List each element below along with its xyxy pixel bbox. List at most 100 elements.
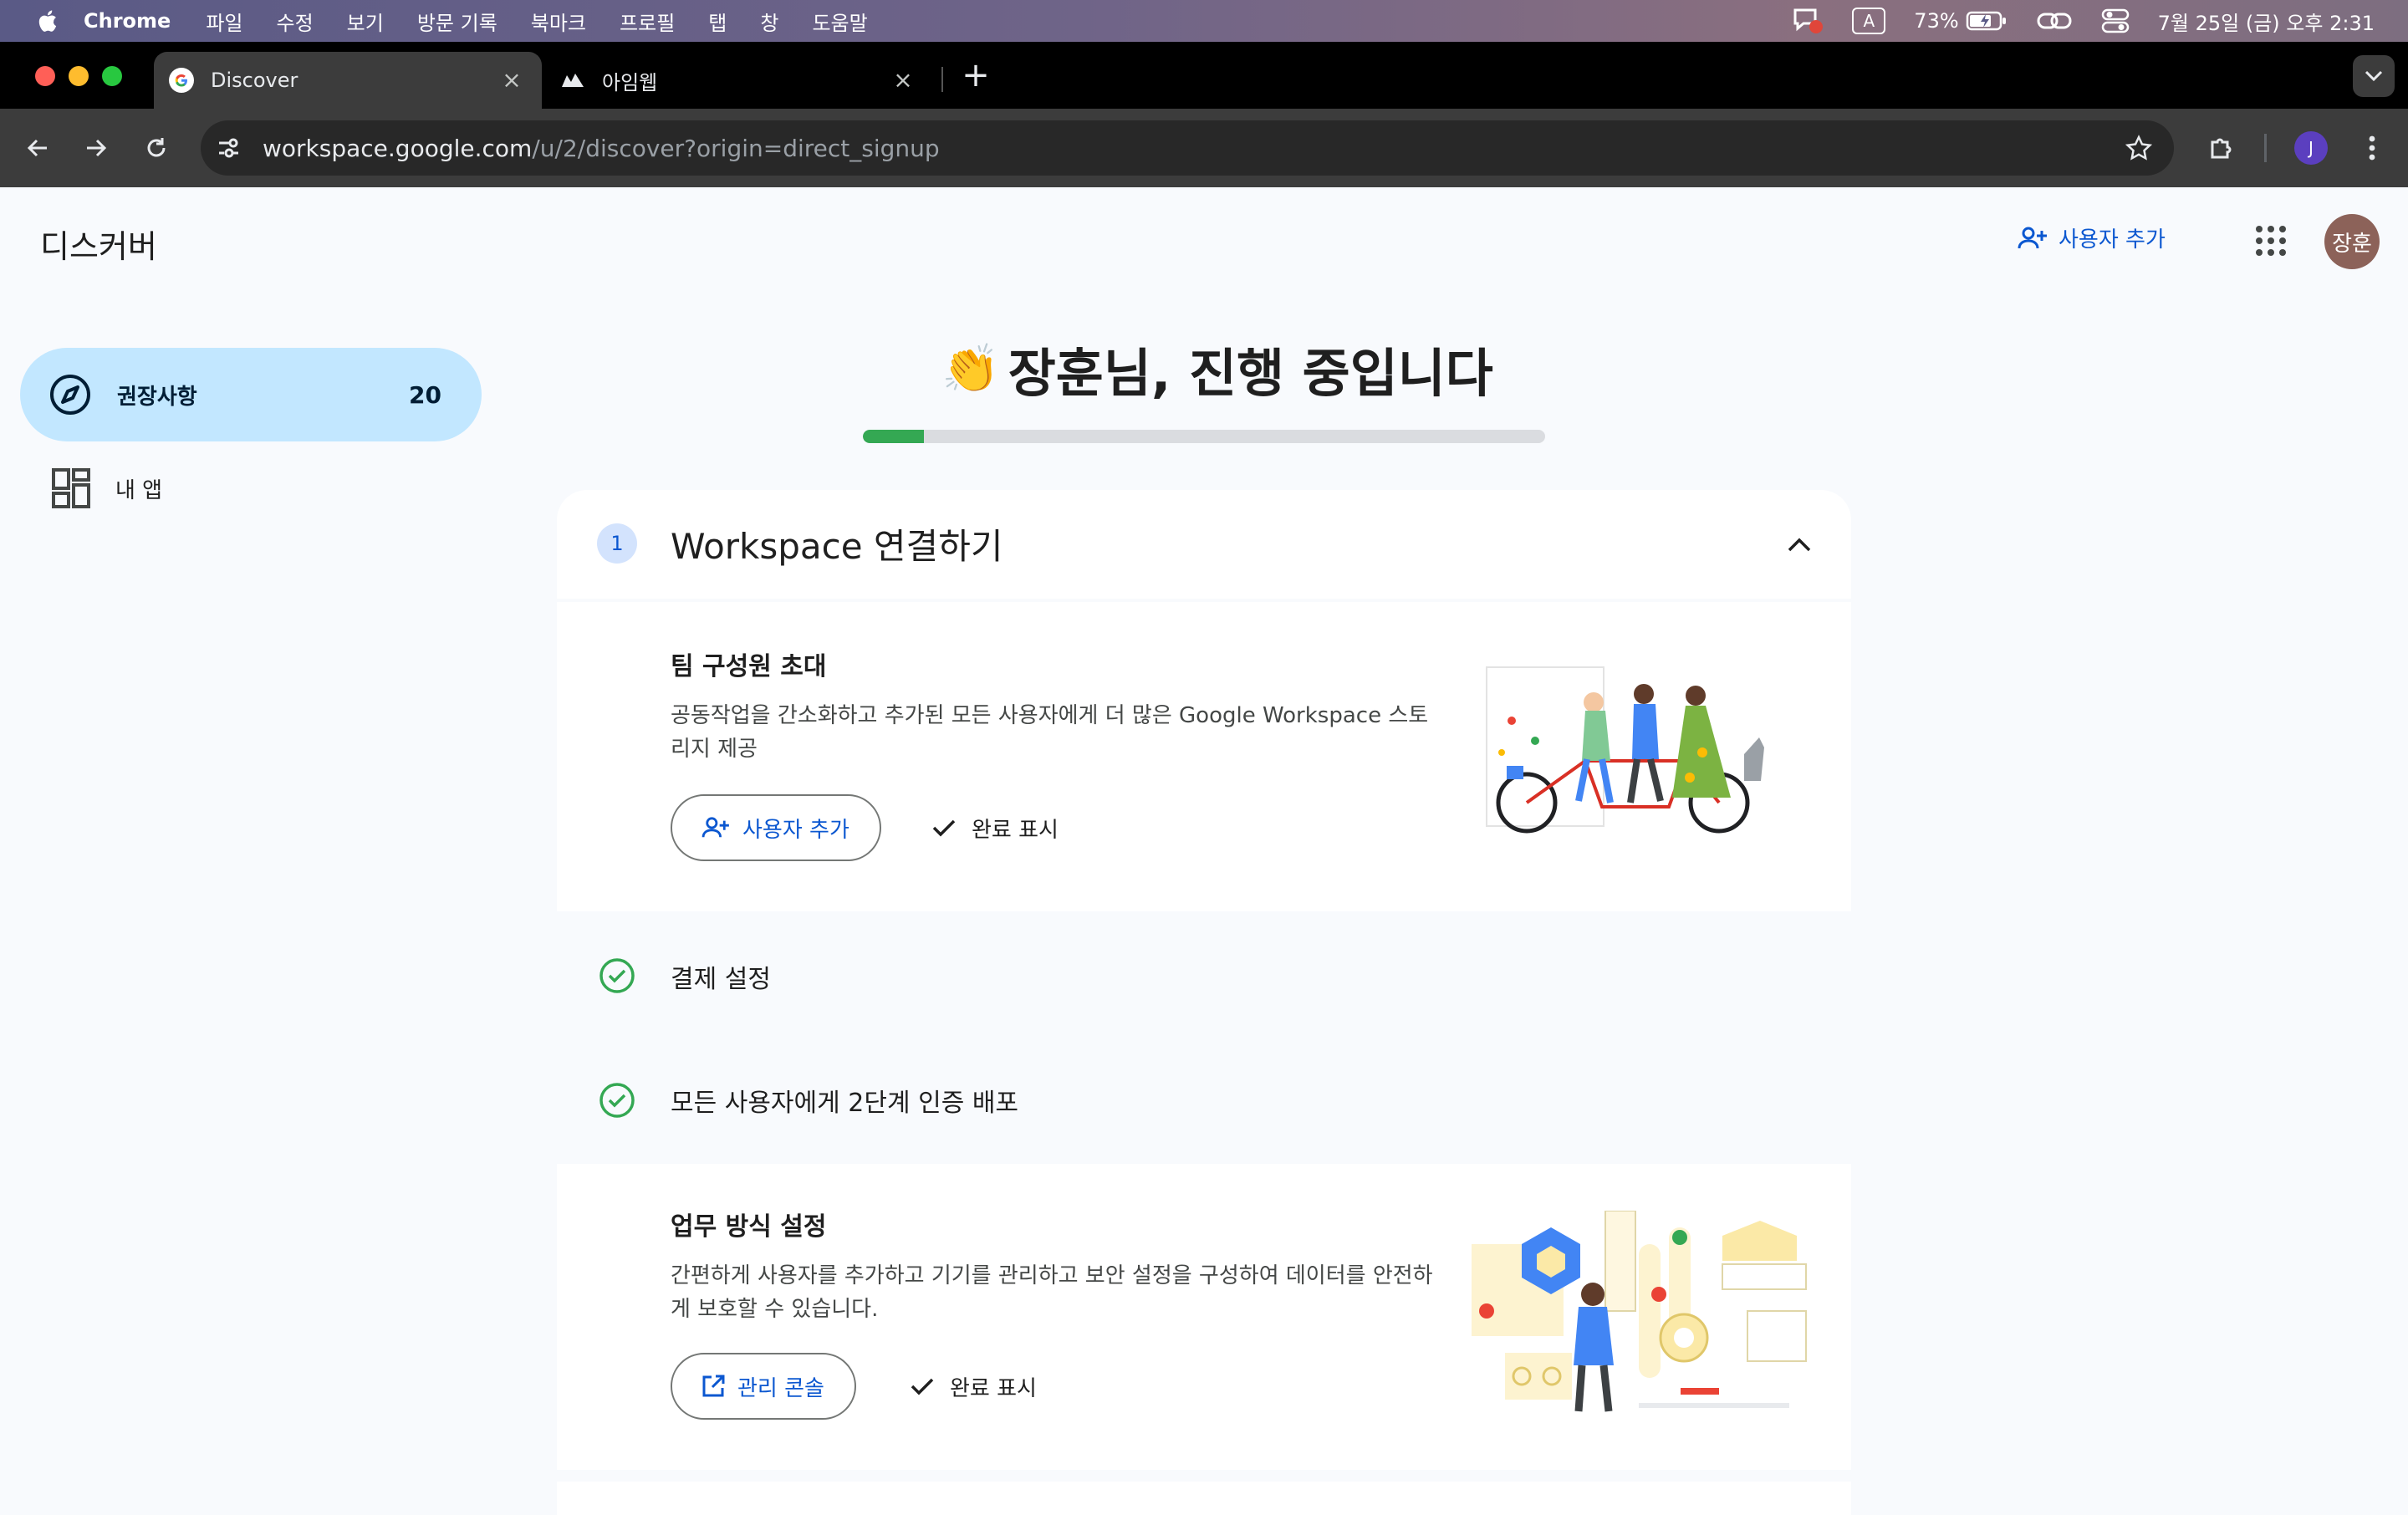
arrow-left-icon (27, 139, 47, 157)
back-button[interactable] (20, 130, 55, 166)
chevron-up-icon[interactable] (1783, 528, 1816, 562)
profile-avatar[interactable]: J (2294, 131, 2328, 165)
check-circle-icon (599, 958, 635, 993)
apple-icon[interactable] (35, 8, 59, 33)
card-title: Workspace 연결하기 (671, 526, 1003, 567)
tab-title: 아임웹 (602, 70, 658, 94)
reload-icon (147, 138, 166, 157)
window-zoom-button[interactable] (102, 66, 122, 86)
tab-search-button[interactable] (2353, 55, 2395, 97)
chevron-down-icon (2365, 70, 2383, 82)
add-user-button-label: 사용자 추가 (742, 817, 849, 843)
tab-close-icon[interactable]: × (891, 69, 915, 92)
next-card-edge (557, 1482, 1851, 1515)
check-circle-icon (599, 1083, 635, 1118)
extensions-button[interactable] (2204, 130, 2239, 166)
recommendation-count-badge: 20 (409, 380, 441, 409)
account-avatar[interactable]: 장훈 (2324, 214, 2380, 269)
sidebar-item-my-apps[interactable]: 내 앱 (20, 441, 482, 535)
site-settings-icon[interactable] (216, 135, 241, 161)
add-user-button[interactable]: 사용자 추가 (671, 794, 881, 861)
task-title: 업무 방식 설정 (671, 1212, 827, 1242)
sidebar-item-label: 내 앱 (115, 477, 163, 503)
task-invite-team: 팀 구성원 초대 공동작업을 간소화하고 추가된 모든 사용자에게 더 많은 G… (557, 602, 1851, 911)
check-icon (911, 1378, 934, 1395)
setup-card: 1 Workspace 연결하기 팀 구성원 초대 공동작업을 간소화하고 추가… (557, 490, 1851, 1515)
mark-done-button[interactable]: 완료 표시 (910, 1353, 1037, 1420)
setup-progress-fill (863, 430, 925, 443)
card-header[interactable]: 1 Workspace 연결하기 (557, 490, 1851, 599)
mark-done-label: 완료 표시 (972, 817, 1059, 843)
task-description: 공동작업을 간소화하고 추가된 모든 사용자에게 더 많은 Google Wor… (671, 703, 1429, 762)
admin-console-button[interactable]: 관리 콘솔 (671, 1353, 856, 1420)
greeting-heading: 👏 장훈님, 진행 중입니다 (941, 331, 1493, 406)
google-apps-icon[interactable] (2252, 222, 2289, 259)
menu-app-name[interactable]: Chrome (84, 9, 171, 33)
menu-file[interactable]: 파일 (206, 7, 242, 36)
task-title: 모든 사용자에게 2단계 인증 배포 (671, 1089, 1019, 1118)
dashboard-icon (52, 468, 90, 508)
browser-tab-strip: Discover × 아임웹 × + (0, 42, 2408, 109)
tab-divider (941, 67, 943, 92)
address-bar[interactable]: workspace.google.com/u/2/discover?origin… (201, 120, 2174, 176)
compass-icon (50, 375, 90, 415)
greeting-text: 장훈님, 진행 중입니다 (1008, 343, 1493, 404)
workspace-discover-page: 디스커버 사용자 추가 장훈 권장사항 20 내 앱 👏 장훈님, 진행 중입니… (0, 187, 2408, 1515)
task-title: 팀 구성원 초대 (671, 652, 827, 681)
window-close-button[interactable] (35, 66, 55, 86)
step-number-badge: 1 (597, 523, 637, 564)
tab-discover[interactable]: Discover × (154, 52, 542, 109)
window-minimize-button[interactable] (69, 66, 89, 86)
input-source-indicator[interactable]: A (1852, 8, 1886, 34)
mark-done-button[interactable]: 완료 표시 (931, 794, 1059, 861)
menu-history[interactable]: 방문 기록 (417, 7, 497, 36)
tandem-bicycle-illustration (1486, 666, 1764, 834)
menu-profile[interactable]: 프로필 (620, 7, 675, 36)
link-icon[interactable] (2036, 9, 2073, 33)
task-work-setup: 업무 방식 설정 간편하게 사용자를 추가하고 기기를 관리하고 보안 설정을 … (557, 1164, 1851, 1470)
task-title: 결제 설정 (671, 965, 771, 994)
admin-setup-illustration (1472, 1211, 1807, 1412)
reload-button[interactable] (139, 130, 174, 166)
star-icon[interactable] (2125, 135, 2152, 161)
add-user-header-button[interactable]: 사용자 추가 (2017, 222, 2166, 253)
task-description: 간편하게 사용자를 추가하고 기기를 관리하고 보안 설정을 구성하여 데이터를… (671, 1263, 1433, 1322)
person-add-icon (2018, 227, 2047, 248)
chrome-menu-button[interactable] (2354, 130, 2390, 166)
task-billing-setup[interactable]: 결제 설정 (557, 915, 1851, 1037)
more-vert-icon (2369, 135, 2375, 161)
sidebar-item-label: 권장사항 (117, 384, 197, 410)
arrow-right-icon (87, 139, 107, 157)
menu-help[interactable]: 도움말 (812, 7, 867, 36)
new-tab-button[interactable]: + (958, 59, 993, 94)
chat-notification-icon[interactable] (1792, 7, 1824, 35)
check-icon (932, 819, 956, 837)
sidebar-item-recommendations[interactable]: 권장사항 20 (20, 348, 482, 441)
menu-edit[interactable]: 수정 (276, 7, 313, 36)
clapping-hands-emoji: 👏 (941, 342, 1000, 396)
google-g-icon (169, 68, 194, 93)
tab-close-icon[interactable]: × (500, 69, 523, 92)
tab-imweb[interactable]: 아임웹 × (545, 52, 933, 109)
menu-tab[interactable]: 탭 (708, 7, 727, 36)
toolbar-divider (2264, 134, 2267, 162)
control-center-icon[interactable] (2101, 8, 2130, 33)
task-2sv-rollout[interactable]: 모든 사용자에게 2단계 인증 배포 (557, 1040, 1851, 1160)
battery-status[interactable]: 73% (1914, 9, 2007, 33)
menu-bookmarks[interactable]: 북마크 (531, 7, 586, 36)
battery-percent: 73% (1914, 9, 1959, 33)
open-in-new-icon (702, 1375, 725, 1397)
forward-button[interactable] (79, 130, 114, 166)
menu-view[interactable]: 보기 (347, 7, 384, 36)
browser-toolbar: workspace.google.com/u/2/discover?origin… (0, 109, 2408, 187)
person-add-icon (701, 817, 729, 838)
setup-progress-bar (863, 430, 1545, 443)
battery-icon (1966, 11, 2006, 31)
menubar-clock[interactable]: 7월 25일 (금) 오후 2:31 (2158, 7, 2375, 36)
menu-window[interactable]: 창 (760, 7, 778, 36)
url-path: /u/2/discover?origin=direct_signup (532, 134, 940, 162)
admin-console-label: 관리 콘솔 (737, 1375, 824, 1401)
url-host: workspace.google.com (263, 134, 533, 162)
mark-done-label: 완료 표시 (950, 1375, 1037, 1401)
imweb-icon (560, 68, 585, 93)
